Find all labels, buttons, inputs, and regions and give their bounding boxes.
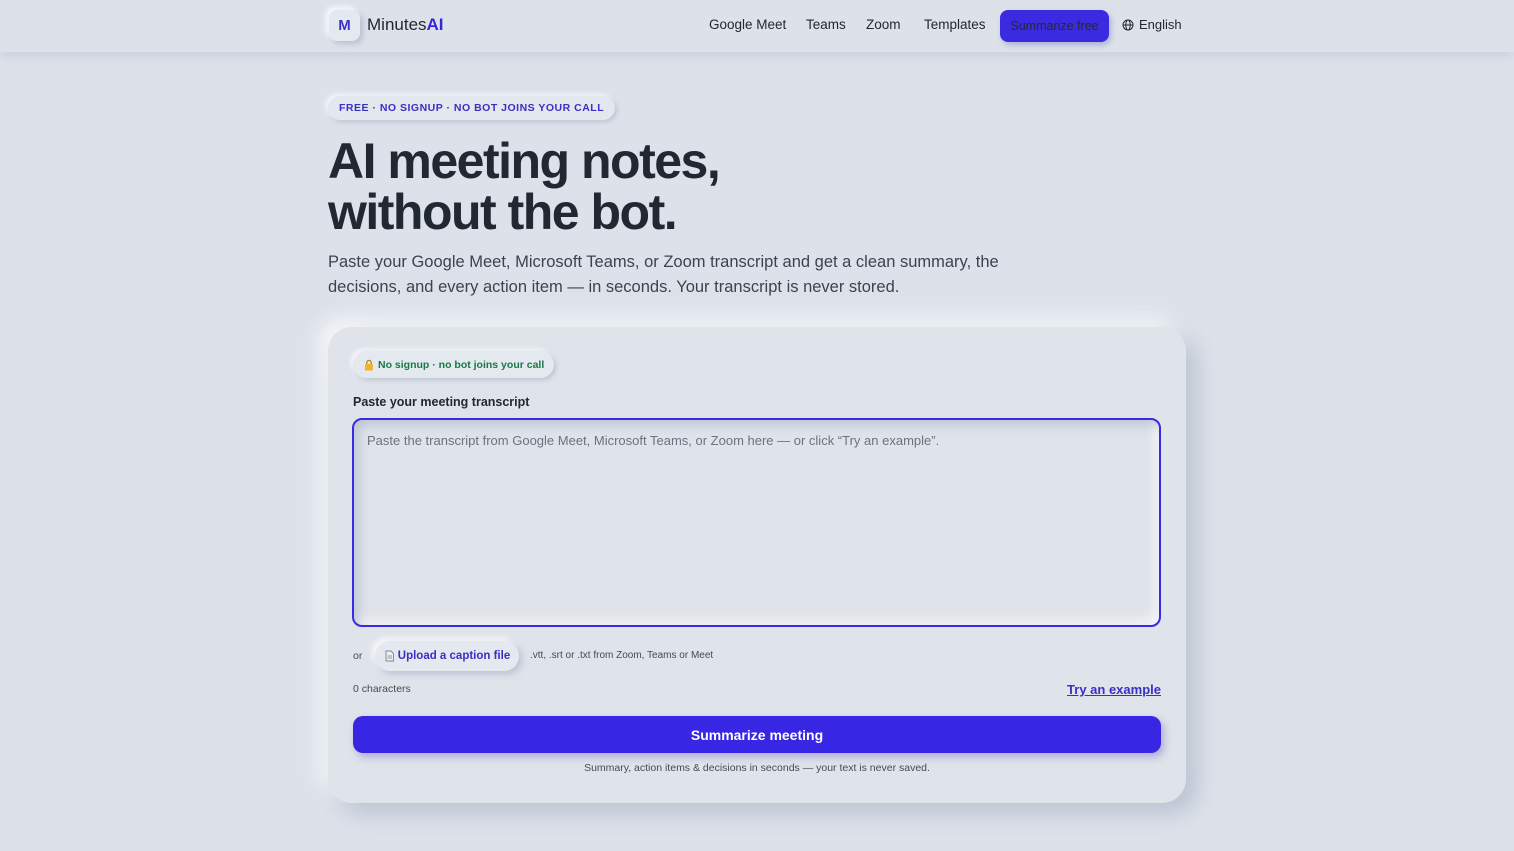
privacy-badge-label: No signup · no bot joins your call <box>378 358 545 371</box>
title-line-1: AI meeting notes, <box>328 133 721 189</box>
nav-zoom[interactable]: Zoom <box>866 17 901 32</box>
upload-button-label: Upload a caption file <box>397 650 511 662</box>
upload-caption-button[interactable]: Upload a caption file <box>375 641 519 671</box>
lock-icon <box>365 359 373 370</box>
nav-teams[interactable]: Teams <box>806 17 846 32</box>
character-count: 0 characters <box>353 683 411 695</box>
or-separator: or <box>353 650 363 662</box>
file-icon <box>385 650 394 662</box>
logo-mark[interactable]: M <box>329 10 360 41</box>
nav-google-meet[interactable]: Google Meet <box>709 17 786 32</box>
upload-hint: .vtt, .srt or .txt from Zoom, Teams or M… <box>530 650 714 661</box>
language-selector[interactable]: English <box>1122 17 1182 32</box>
language-label: English <box>1139 17 1182 32</box>
summarize-meeting-button[interactable]: Summarize meeting <box>353 716 1161 753</box>
hero-subtitle: Paste your Google Meet, Microsoft Teams,… <box>328 253 999 296</box>
summarize-free-button[interactable]: Summarize free <box>1000 10 1109 42</box>
hero-tagline-pill: FREE · NO SIGNUP · NO BOT JOINS YOUR CAL… <box>328 96 616 120</box>
transcript-input[interactable] <box>352 418 1161 627</box>
page-title: AI meeting notes, without the bot. <box>328 136 1028 238</box>
transcript-label: Paste your meeting transcript <box>353 395 530 409</box>
top-nav: M MinutesAI Google Meet Teams Zoom Templ… <box>0 0 1514 52</box>
logo-text: Minutes <box>367 15 427 34</box>
transcript-card: No signup · no bot joins your call Paste… <box>328 327 1186 803</box>
try-example-link[interactable]: Try an example <box>1067 682 1161 697</box>
globe-icon <box>1122 19 1134 30</box>
nav-templates[interactable]: Templates <box>924 17 986 32</box>
logo-accent: AI <box>426 15 444 34</box>
privacy-footnote: Summary, action items & decisions in sec… <box>584 762 930 774</box>
privacy-badge: No signup · no bot joins your call <box>353 351 555 378</box>
title-line-2: without the bot. <box>328 184 678 240</box>
logo-wordmark[interactable]: MinutesAI <box>367 15 444 35</box>
